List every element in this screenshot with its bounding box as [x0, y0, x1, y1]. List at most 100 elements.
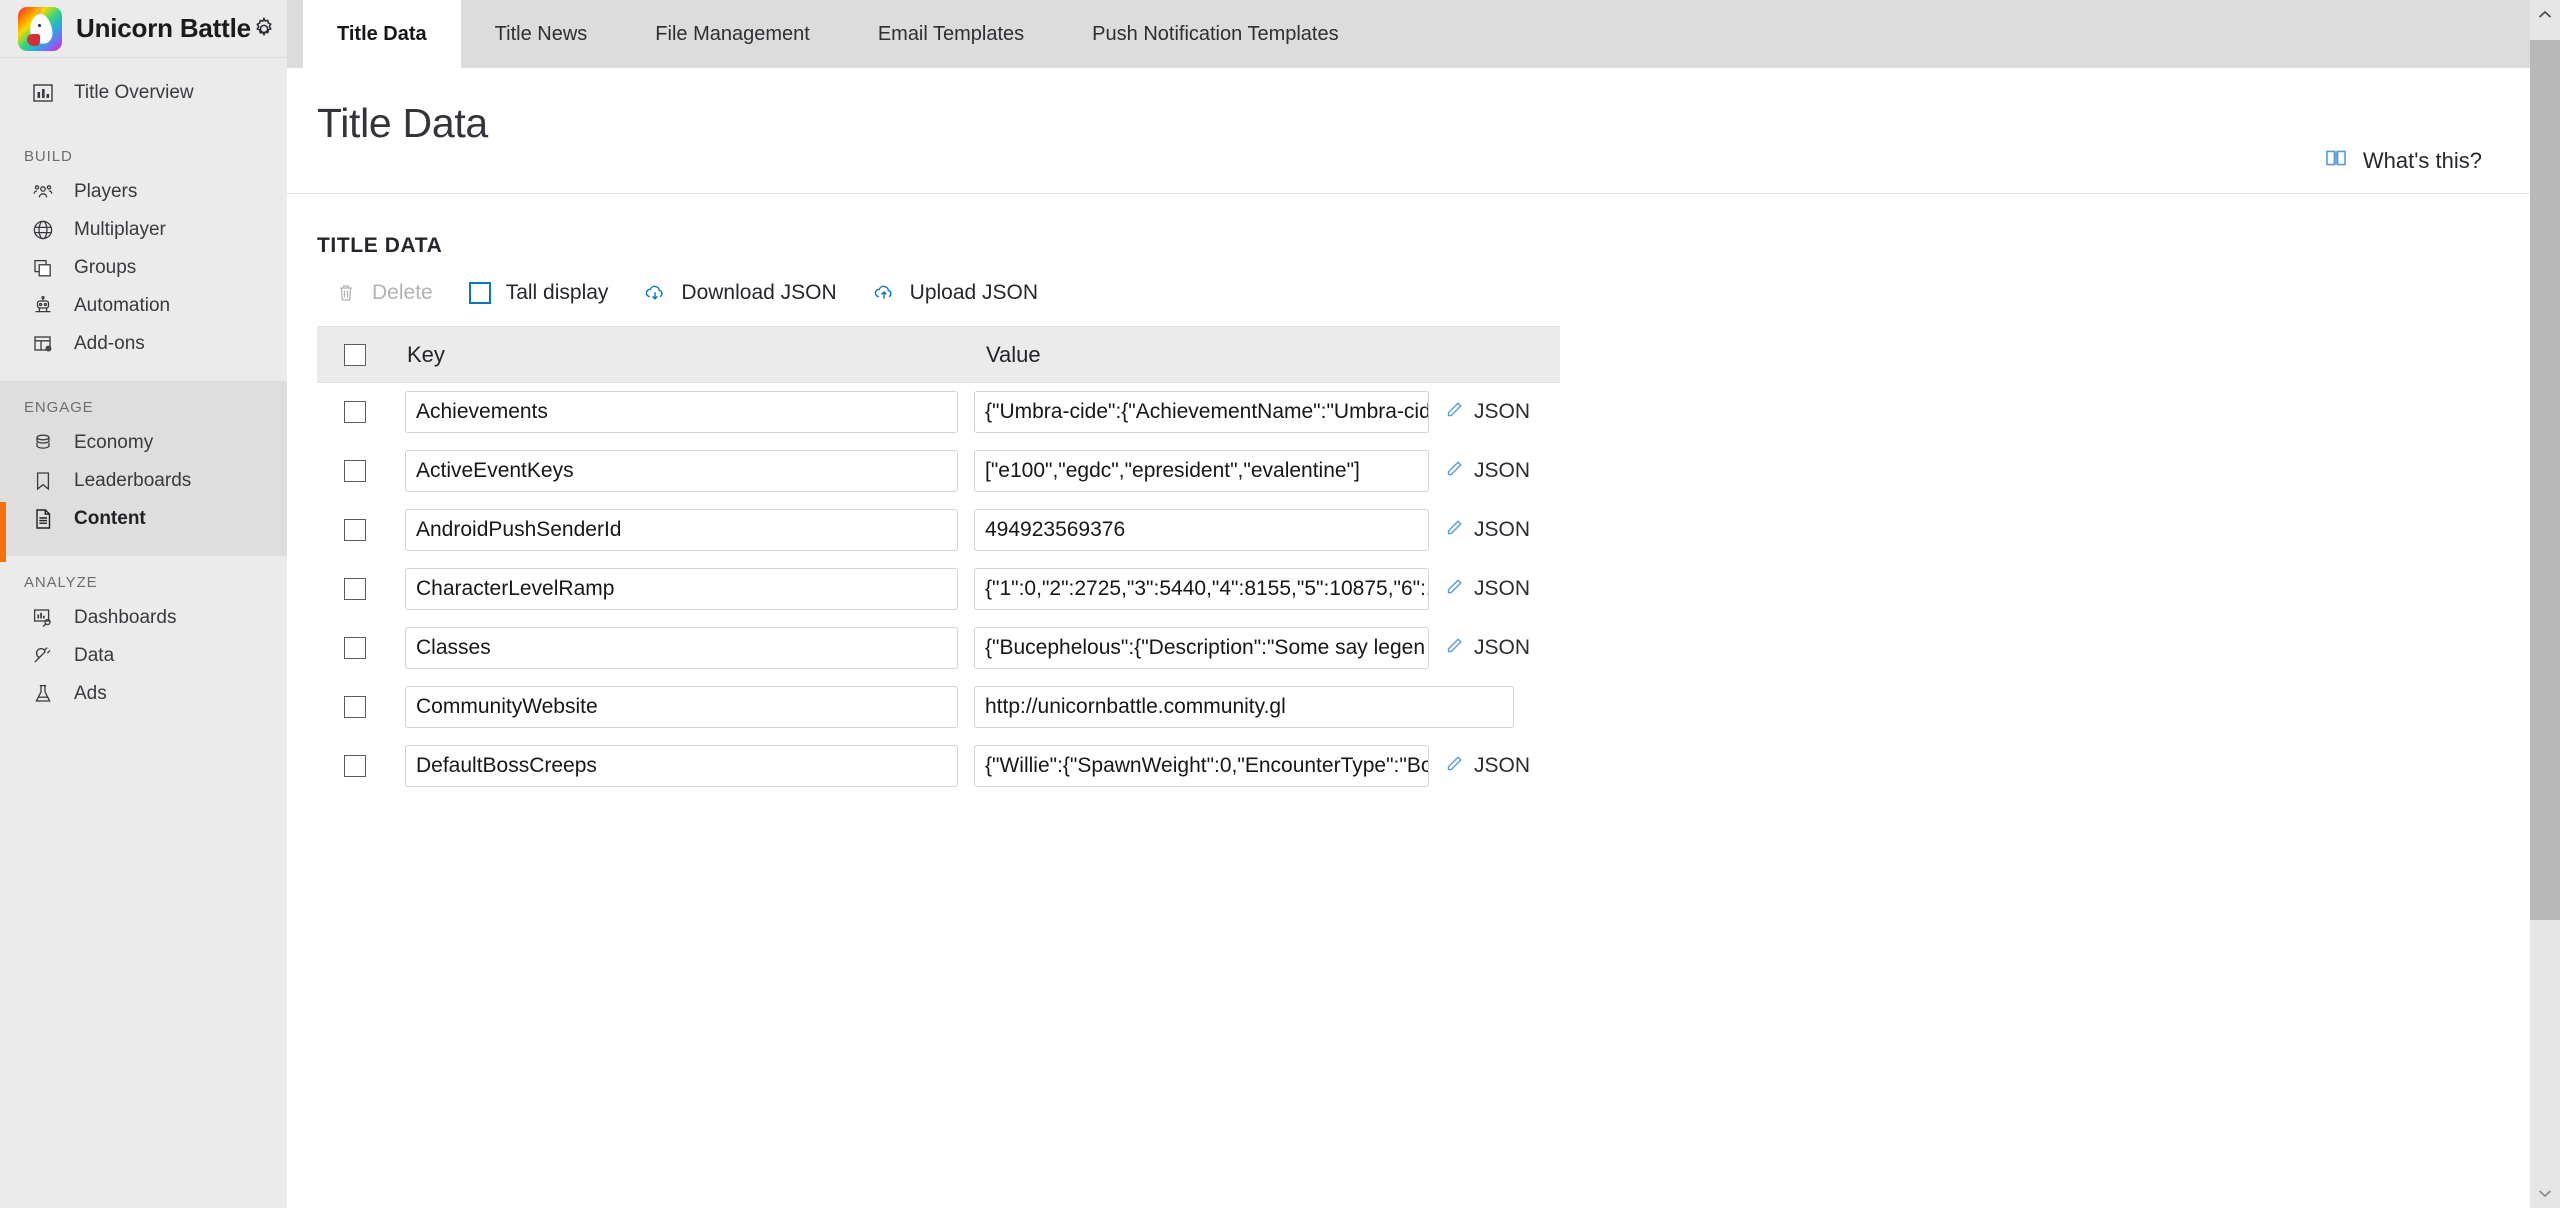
key-input[interactable]: DefaultBossCreeps: [405, 745, 958, 787]
row-value-cell: 494923569376 JSON: [974, 500, 1560, 560]
json-link-label: JSON: [1474, 518, 1531, 541]
json-edit-link[interactable]: JSON: [1443, 458, 1530, 485]
globe-icon: [30, 217, 56, 243]
select-all-header: [317, 326, 389, 383]
sidebar-item-label: Content: [74, 508, 146, 529]
sidebar-item-add-ons[interactable]: Add-ons: [0, 325, 287, 363]
row-checkbox[interactable]: [344, 755, 366, 777]
scrollbar-thumb[interactable]: [2530, 40, 2560, 920]
sidebar-item-dashboards[interactable]: Dashboards: [0, 599, 287, 637]
row-select-cell: [317, 677, 389, 737]
sidebar-item-label: Automation: [74, 295, 171, 316]
tab-title-data[interactable]: Title Data: [303, 0, 461, 68]
main-area: Title Data Title News File Management Em…: [287, 0, 2560, 1208]
gear-icon[interactable]: [251, 15, 277, 43]
row-key-cell: AndroidPushSenderId: [389, 500, 974, 560]
sidebar-item-economy[interactable]: Economy: [0, 424, 287, 462]
json-edit-link[interactable]: JSON: [1443, 635, 1530, 662]
sidebar-item-content[interactable]: Content: [0, 500, 287, 562]
vertical-scrollbar[interactable]: [2530, 0, 2560, 1208]
sidebar-item-groups[interactable]: Groups: [0, 249, 287, 287]
tall-display-toggle[interactable]: Tall display: [467, 280, 608, 306]
sidebar-group-build: BUILD Players Multiplayer Groups Automat…: [0, 130, 287, 381]
tab-push-notification-templates[interactable]: Push Notification Templates: [1058, 0, 1372, 68]
json-edit-link[interactable]: JSON: [1443, 753, 1530, 780]
pencil-icon: [1443, 576, 1465, 603]
checkbox-icon: [467, 280, 493, 306]
delete-button[interactable]: Delete: [333, 280, 433, 306]
json-link-label: JSON: [1474, 754, 1531, 777]
sidebar-item-players[interactable]: Players: [0, 173, 287, 211]
json-edit-link[interactable]: JSON: [1443, 576, 1530, 603]
row-value-cell: {"Umbra-cide":{"AchievementName":"Umbra-…: [974, 382, 1560, 442]
key-input[interactable]: AndroidPushSenderId: [405, 509, 958, 551]
whats-this-link[interactable]: What's this?: [2323, 146, 2482, 175]
upload-json-button[interactable]: Upload JSON: [871, 280, 1038, 306]
brand-header: Unicorn Battle: [0, 0, 287, 58]
sidebar-item-label: Economy: [74, 432, 154, 453]
row-value-cell: {"1":0,"2":2725,"3":5440,"4":8155,"5":10…: [974, 559, 1560, 619]
page-title: Title Data: [317, 100, 488, 146]
sidebar-group-analyze: ANALYZE Dashboards Data Ads: [0, 556, 287, 713]
row-checkbox[interactable]: [344, 696, 366, 718]
key-input[interactable]: CharacterLevelRamp: [405, 568, 958, 610]
pencil-icon: [1443, 635, 1465, 662]
sidebar-item-data[interactable]: Data: [0, 637, 287, 675]
pencil-icon: [1443, 517, 1465, 544]
delete-label: Delete: [372, 281, 433, 304]
value-input[interactable]: {"1":0,"2":2725,"3":5440,"4":8155,"5":10…: [974, 568, 1429, 610]
key-input[interactable]: CommunityWebsite: [405, 686, 958, 728]
value-input[interactable]: 494923569376: [974, 509, 1429, 551]
value-input[interactable]: http://unicornbattle.community.gl: [974, 686, 1514, 728]
key-input[interactable]: Classes: [405, 627, 958, 669]
value-input[interactable]: {"Umbra-cide":{"AchievementName":"Umbra-…: [974, 391, 1429, 434]
download-json-label: Download JSON: [681, 281, 837, 304]
sidebar-item-ads[interactable]: Ads: [0, 675, 287, 713]
sidebar-item-automation[interactable]: Automation: [0, 287, 287, 325]
sidebar-item-title-overview[interactable]: Title Overview: [0, 74, 287, 112]
row-checkbox[interactable]: [344, 401, 366, 424]
chevron-up-icon[interactable]: [2530, 0, 2560, 30]
people-icon: [30, 179, 56, 205]
trash-icon: [333, 280, 359, 306]
row-checkbox[interactable]: [344, 460, 366, 482]
json-edit-link[interactable]: JSON: [1443, 517, 1530, 544]
sidebar-group-engage: ENGAGE Economy Leaderboards Content: [0, 381, 287, 562]
row-key-cell: CommunityWebsite: [389, 677, 974, 737]
tab-title-news[interactable]: Title News: [461, 0, 622, 68]
json-link-label: JSON: [1474, 400, 1531, 424]
value-input[interactable]: {"Bucephelous":{"Description":"Some say …: [974, 627, 1429, 669]
chevron-down-icon[interactable]: [2530, 1178, 2560, 1208]
key-input[interactable]: ActiveEventKeys: [405, 450, 958, 492]
row-checkbox[interactable]: [344, 578, 366, 600]
pencil-icon: [1443, 753, 1465, 780]
value-input[interactable]: ["e100","egdc","epresident","evalentine"…: [974, 450, 1429, 492]
row-key-cell: ActiveEventKeys: [389, 441, 974, 501]
row-checkbox[interactable]: [344, 519, 366, 541]
select-all-checkbox[interactable]: [344, 343, 366, 366]
tab-email-templates[interactable]: Email Templates: [844, 0, 1058, 68]
row-select-cell: [317, 500, 389, 560]
sidebar-item-label: Title Overview: [74, 82, 194, 103]
cloud-upload-icon: [871, 280, 897, 306]
tab-file-management[interactable]: File Management: [621, 0, 844, 68]
value-input[interactable]: {"Willie":{"SpawnWeight":0,"EncounterTyp…: [974, 745, 1429, 787]
table-row: AndroidPushSenderId 494923569376 JSON: [317, 500, 1560, 560]
table-row: ActiveEventKeys ["e100","egdc","epreside…: [317, 441, 1560, 501]
app-root: Unicorn Battle Title Overview BUILD Play…: [0, 0, 2560, 1208]
row-value-cell: ["e100","egdc","epresident","evalentine"…: [974, 441, 1560, 501]
row-checkbox[interactable]: [344, 637, 366, 659]
sidebar-item-label: Add-ons: [74, 333, 145, 354]
json-edit-link[interactable]: JSON: [1443, 399, 1530, 426]
plug-icon: [30, 643, 56, 669]
bookmark-icon: [30, 468, 56, 494]
document-icon: [30, 506, 56, 532]
column-header-key: Key: [389, 326, 974, 383]
table-row: Achievements {"Umbra-cide":{"Achievement…: [317, 382, 1560, 442]
unicorn-logo: [18, 6, 62, 51]
row-value-cell: {"Willie":{"SpawnWeight":0,"EncounterTyp…: [974, 736, 1560, 796]
download-json-button[interactable]: Download JSON: [642, 280, 837, 306]
sidebar-item-leaderboards[interactable]: Leaderboards: [0, 462, 287, 500]
sidebar-item-multiplayer[interactable]: Multiplayer: [0, 211, 287, 249]
key-input[interactable]: Achievements: [405, 391, 958, 434]
